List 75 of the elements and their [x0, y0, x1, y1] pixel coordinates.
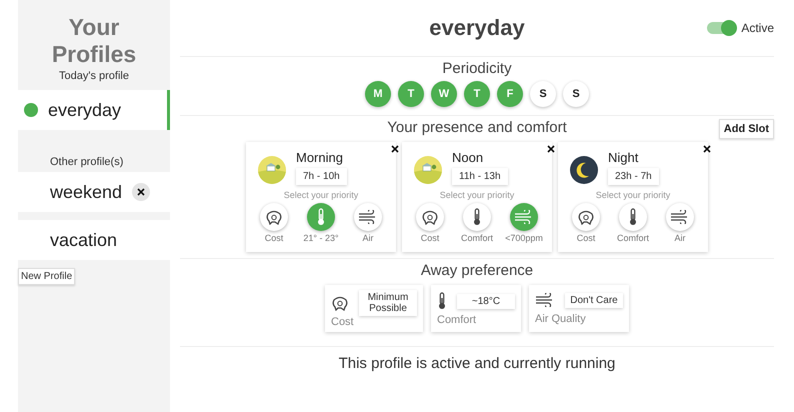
thermometer-icon — [472, 208, 482, 226]
away-preference-card[interactable]: ~18°C Comfort — [431, 285, 521, 332]
close-icon[interactable] — [137, 188, 146, 196]
priority-button[interactable] — [463, 203, 491, 231]
priority-label: Air — [362, 233, 374, 243]
wind-icon — [514, 210, 534, 224]
slot-name: Night — [608, 150, 640, 165]
profile-item[interactable]: weekend — [18, 172, 170, 212]
profile-name: weekend — [50, 182, 122, 202]
priority-label: Air — [674, 233, 686, 243]
slot-time: 11h - 13h — [452, 168, 508, 185]
active-toggle[interactable] — [707, 22, 736, 34]
priority-label: Cost — [420, 233, 440, 243]
priority-button[interactable] — [416, 203, 444, 231]
day-toggle[interactable]: S — [530, 81, 556, 107]
priority-label: <700ppm — [505, 233, 543, 243]
section-title: Periodicity — [442, 60, 512, 77]
active-dot-icon — [24, 103, 38, 117]
remove-button[interactable] — [132, 183, 150, 201]
priority-button[interactable] — [354, 203, 382, 231]
preference-label: Air Quality — [535, 313, 587, 326]
priority-label: 21° - 23° — [303, 233, 339, 243]
thermometer-icon — [316, 208, 326, 226]
section-label: Today's profile — [59, 70, 129, 82]
priority-label: Cost — [264, 233, 284, 243]
piggy-bank-icon — [421, 209, 439, 225]
slot-name: Noon — [452, 150, 484, 165]
moon-icon — [570, 156, 598, 184]
house-landscape-icon — [414, 156, 442, 184]
piggy-bank-icon — [331, 295, 349, 311]
away-preference-card[interactable]: Minimum Possible Cost — [325, 285, 423, 332]
priority-button[interactable] — [260, 203, 288, 231]
preference-value: ~18°C — [457, 294, 515, 308]
slot-time: 7h - 10h — [296, 168, 347, 185]
preference-value: Minimum Possible — [359, 290, 417, 316]
section-title: Away preference — [420, 262, 534, 279]
preference-value: Don't Care — [565, 292, 623, 308]
slot-name: Morning — [296, 150, 344, 165]
priority-hint: Select your priority — [284, 190, 358, 200]
priority-button[interactable] — [619, 203, 647, 231]
wind-icon — [358, 210, 378, 224]
priority-label: Cost — [576, 233, 596, 243]
profile-name: everyday — [48, 100, 122, 120]
priority-button[interactable] — [666, 203, 694, 231]
away-preference-card[interactable]: Don't Care Air Quality — [529, 285, 629, 332]
add-slot-button[interactable]: Add Slot — [718, 119, 774, 139]
toggle-label: Active — [741, 21, 774, 35]
wind-icon — [670, 210, 690, 224]
preference-label: Comfort — [437, 314, 478, 326]
close-icon[interactable] — [547, 145, 555, 153]
thermometer-icon — [437, 292, 447, 310]
new-profile-button[interactable]: New Profile — [18, 268, 76, 285]
priority-label: Comfort — [460, 233, 493, 243]
section-title: Your presence and comfort — [387, 119, 567, 136]
close-icon[interactable] — [391, 145, 399, 153]
priority-hint: Select your priority — [440, 190, 514, 200]
priority-button[interactable] — [572, 203, 600, 231]
slot-time: 23h - 7h — [608, 168, 659, 185]
piggy-bank-icon — [577, 209, 595, 225]
priority-hint: Select your priority — [596, 190, 670, 200]
status-message: This profile is active and currently running — [338, 355, 616, 372]
piggy-bank-icon — [265, 209, 283, 225]
section-label: Other profile(s) — [50, 156, 124, 168]
profile-item[interactable]: everyday — [18, 90, 170, 130]
sidebar-title: Your Profiles — [50, 14, 138, 68]
day-toggle[interactable]: S — [563, 81, 589, 107]
profile-item[interactable]: vacation — [18, 220, 170, 260]
house-landscape-icon — [258, 156, 286, 184]
preference-label: Cost — [331, 316, 355, 328]
profile-title: everyday — [429, 15, 525, 41]
thermometer-icon — [628, 208, 638, 226]
priority-label: Comfort — [616, 233, 649, 243]
profile-name: vacation — [50, 230, 118, 250]
close-icon[interactable] — [703, 145, 711, 153]
wind-icon — [535, 293, 555, 308]
